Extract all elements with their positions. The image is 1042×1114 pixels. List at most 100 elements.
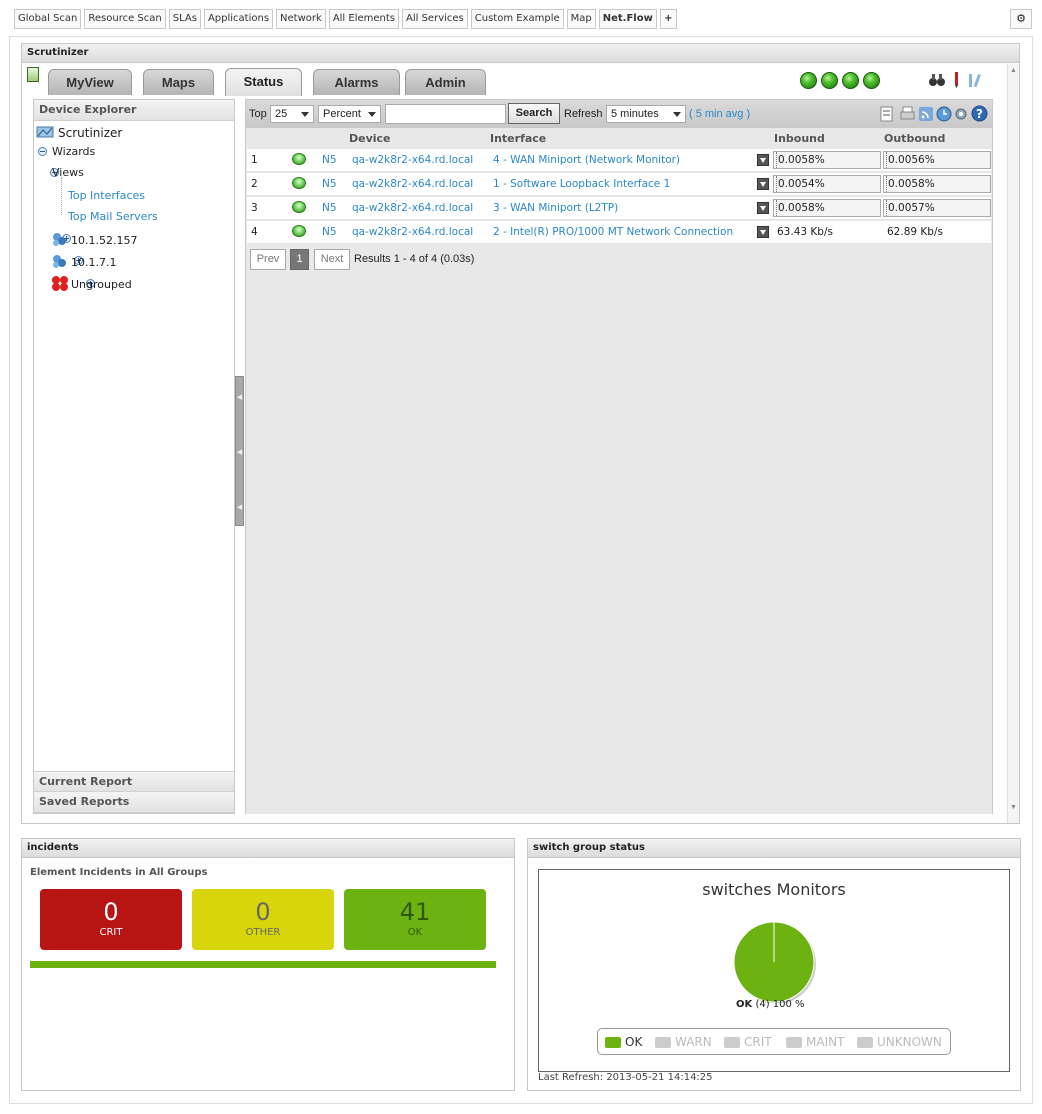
- tab-status[interactable]: Status: [225, 68, 302, 96]
- pie-label-value: (4) 100 %: [755, 999, 805, 1010]
- tab-all-elements[interactable]: All Elements: [328, 9, 399, 29]
- ok-count-box[interactable]: 41 OK: [344, 889, 486, 950]
- next-page-button[interactable]: Next: [314, 249, 350, 270]
- search-button[interactable]: Search: [508, 103, 560, 124]
- current-report-section[interactable]: Current Report: [34, 771, 234, 792]
- clock-icon[interactable]: [936, 106, 952, 122]
- column-header-outbound[interactable]: Outbound: [884, 132, 945, 145]
- legend-swatch: [605, 1037, 621, 1048]
- top-count-select[interactable]: 25: [270, 105, 314, 123]
- tab-map[interactable]: Map: [566, 9, 596, 29]
- other-count-box[interactable]: 0 OTHER: [192, 889, 334, 950]
- vertical-scrollbar[interactable]: ▲ ▼: [1007, 64, 1019, 823]
- panel-splitter[interactable]: ◀ ◀ ◀: [235, 376, 244, 526]
- interface-menu-dropdown[interactable]: [757, 202, 769, 214]
- tab-resource-scan[interactable]: Resource Scan: [84, 9, 166, 29]
- tree-item-wizards[interactable]: Wizards: [52, 145, 95, 158]
- tree-item-ungrouped[interactable]: Ungrouped: [71, 278, 132, 291]
- table-row[interactable]: 2 N5 qa-w2k8r2-x64.rd.local 1 - Software…: [247, 173, 991, 196]
- device-link[interactable]: qa-w2k8r2-x64.rd.local: [352, 226, 473, 238]
- tab-slas[interactable]: SLAs: [168, 9, 201, 29]
- chart-title: switches Monitors: [702, 880, 846, 899]
- collapse-wizards-icon[interactable]: [38, 146, 47, 156]
- tree-item-10-1-7-1[interactable]: 10.1.7.1: [71, 256, 116, 269]
- page-1-button[interactable]: 1: [290, 249, 309, 270]
- tab-netflow[interactable]: Net.Flow: [598, 9, 657, 29]
- other-label: OTHER: [245, 927, 281, 938]
- tab-myview[interactable]: MyView: [48, 69, 132, 95]
- legend-item-crit[interactable]: CRIT: [724, 1035, 772, 1049]
- settings-icon[interactable]: [953, 106, 969, 122]
- help-icon[interactable]: ?: [971, 105, 988, 122]
- interface-link[interactable]: 1 - Software Loopback Interface 1: [493, 178, 670, 190]
- nsight-link[interactable]: N5: [322, 178, 337, 190]
- legend-item-warn[interactable]: WARN: [655, 1035, 712, 1049]
- column-header-device[interactable]: Device: [349, 132, 391, 145]
- row-number: 2: [251, 178, 258, 190]
- interface-link[interactable]: 3 - WAN Miniport (L2TP): [493, 202, 618, 214]
- interface-menu-dropdown[interactable]: [757, 154, 769, 166]
- prev-page-button[interactable]: Prev: [250, 249, 286, 270]
- outbound-value: 62.89 Kb/s: [887, 226, 943, 238]
- legend-item-ok[interactable]: OK: [605, 1035, 642, 1049]
- inbound-value: 0.0058%: [773, 151, 881, 169]
- table-row[interactable]: 3 N5 qa-w2k8r2-x64.rd.local 3 - WAN Mini…: [247, 197, 991, 220]
- row-number: 1: [251, 154, 258, 166]
- tab-global-scan[interactable]: Global Scan: [14, 9, 82, 29]
- inbound-value: 63.43 Kb/s: [777, 226, 833, 238]
- tree-item-10-1-52-157[interactable]: 10.1.52.157: [71, 234, 137, 247]
- exit-icon[interactable]: [27, 67, 39, 82]
- tab-applications[interactable]: Applications: [203, 9, 274, 29]
- router-icon: [292, 201, 306, 213]
- table-row[interactable]: 1 N5 qa-w2k8r2-x64.rd.local 4 - WAN Mini…: [247, 149, 991, 172]
- interface-menu-dropdown[interactable]: [757, 178, 769, 190]
- interface-menu-dropdown[interactable]: [757, 226, 769, 238]
- avg-link[interactable]: ( 5 min avg ): [689, 108, 750, 120]
- nsight-link[interactable]: N5: [322, 226, 337, 238]
- add-tab-button[interactable]: +: [659, 9, 677, 29]
- tab-network[interactable]: Network: [276, 9, 326, 29]
- tab-admin[interactable]: Admin: [405, 69, 486, 95]
- column-header-inbound[interactable]: Inbound: [774, 132, 825, 145]
- ok-label: OK: [407, 927, 423, 938]
- binoculars-icon[interactable]: [929, 73, 945, 87]
- interface-link[interactable]: 4 - WAN Miniport (Network Monitor): [493, 154, 680, 166]
- tab-alarms[interactable]: Alarms: [313, 69, 400, 95]
- nsight-link[interactable]: N5: [322, 154, 337, 166]
- scroll-up-icon[interactable]: ▲: [1008, 67, 1019, 74]
- device-link[interactable]: qa-w2k8r2-x64.rd.local: [352, 178, 473, 190]
- refresh-interval-select[interactable]: 5 minutes: [606, 105, 686, 123]
- print-icon[interactable]: [900, 106, 915, 122]
- tree-item-top-interfaces[interactable]: Top Interfaces: [68, 189, 145, 202]
- crit-label: CRIT: [99, 927, 123, 938]
- search-input[interactable]: [385, 104, 506, 124]
- crit-count-box[interactable]: 0 CRIT: [40, 889, 182, 950]
- tree-root-scrutinizer[interactable]: Scrutinizer: [58, 126, 122, 140]
- device-link[interactable]: qa-w2k8r2-x64.rd.local: [352, 202, 473, 214]
- tree-item-top-mail-servers[interactable]: Top Mail Servers: [68, 210, 158, 223]
- interface-link[interactable]: 2 - Intel(R) PRO/1000 MT Network Connect…: [493, 226, 733, 238]
- legend-swatch: [857, 1037, 873, 1048]
- tools-icon[interactable]: [966, 72, 984, 88]
- tab-custom-example[interactable]: Custom Example: [470, 9, 564, 29]
- nsight-link[interactable]: N5: [322, 202, 337, 214]
- tree-item-views[interactable]: Views: [52, 166, 84, 179]
- rss-icon[interactable]: [918, 106, 934, 122]
- top-tab-bar: Global Scan Resource Scan SLAs Applicati…: [14, 9, 677, 29]
- settings-gear-icon[interactable]: ⚙: [1010, 9, 1032, 29]
- pdf-icon[interactable]: [880, 106, 894, 122]
- device-link[interactable]: qa-w2k8r2-x64.rd.local: [352, 154, 473, 166]
- router-icon: [292, 225, 306, 237]
- pen-icon[interactable]: [952, 72, 960, 88]
- network-map-icon: [36, 126, 54, 138]
- unit-select[interactable]: Percent: [318, 105, 381, 123]
- table-row[interactable]: 4 N5 qa-w2k8r2-x64.rd.local 2 - Intel(R)…: [247, 221, 991, 244]
- outbound-value: 0.0056%: [883, 151, 991, 169]
- legend-item-unknown[interactable]: UNKNOWN: [857, 1035, 942, 1049]
- tab-maps[interactable]: Maps: [143, 69, 214, 95]
- scroll-down-icon[interactable]: ▼: [1008, 804, 1019, 811]
- saved-reports-section[interactable]: Saved Reports: [34, 792, 234, 813]
- column-header-interface[interactable]: Interface: [490, 132, 546, 145]
- tab-all-services[interactable]: All Services: [402, 9, 468, 29]
- legend-item-maint[interactable]: MAINT: [786, 1035, 844, 1049]
